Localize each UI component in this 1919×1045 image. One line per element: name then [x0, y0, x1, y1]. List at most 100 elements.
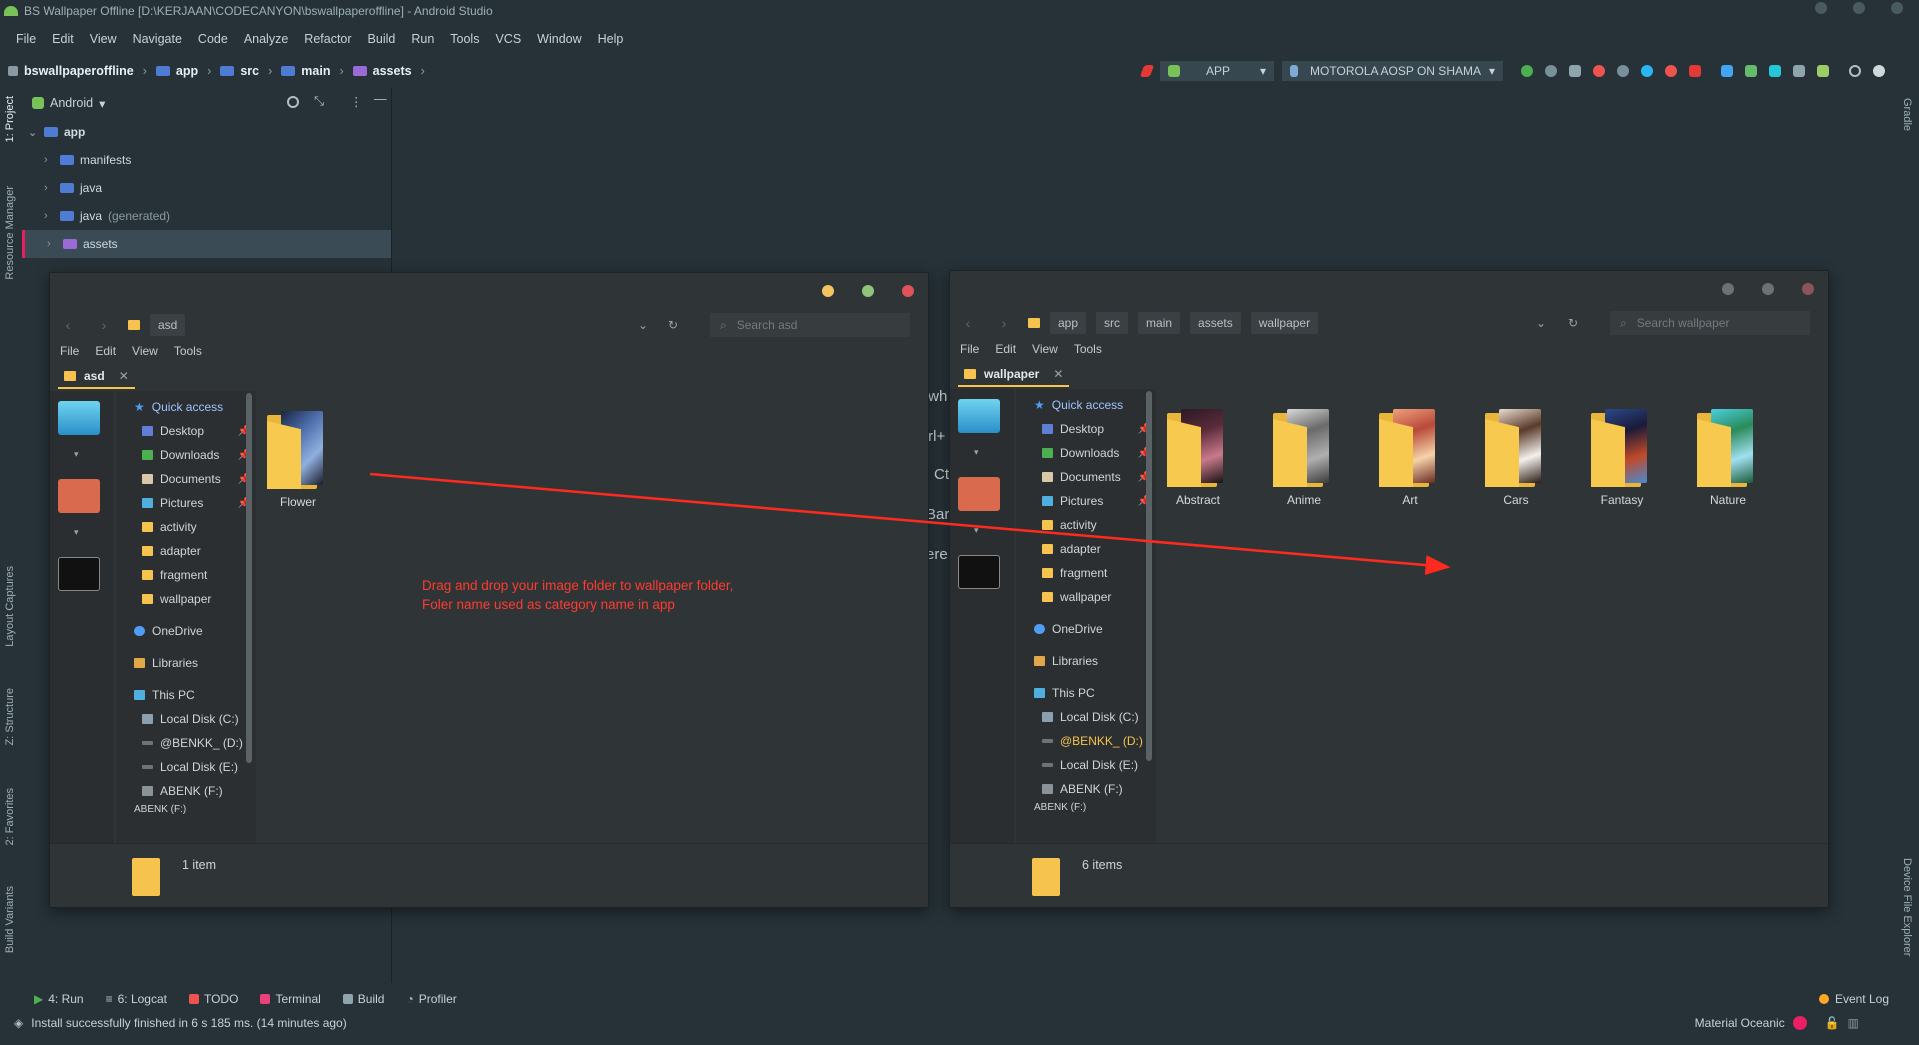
- run-list-icon[interactable]: [1569, 65, 1582, 77]
- menu-edit[interactable]: Edit: [995, 342, 1016, 356]
- breadcrumb-main[interactable]: main: [281, 64, 330, 78]
- tool-tab-logcat[interactable]: ≡ 6: Logcat: [106, 992, 167, 1006]
- tool-tab-build[interactable]: Build: [342, 992, 384, 1006]
- chevron-down-icon[interactable]: ⌄: [1536, 316, 1546, 330]
- nav-item-pictures[interactable]: Pictures 📌: [1016, 489, 1156, 513]
- menu-tools[interactable]: Tools: [442, 32, 487, 46]
- monitor-icon[interactable]: [958, 399, 1000, 433]
- nav-libraries[interactable]: Libraries: [116, 651, 256, 675]
- menu-view[interactable]: View: [132, 344, 158, 358]
- hammer-icon[interactable]: [1139, 65, 1155, 77]
- tree-item-java[interactable]: › java: [22, 174, 391, 202]
- folder-item-nature[interactable]: Nature: [1690, 409, 1766, 507]
- nav-item-activity[interactable]: activity: [116, 515, 256, 539]
- forward-icon[interactable]: ›: [86, 317, 122, 333]
- nav-drive-cutoff[interactable]: ABENK (F:): [116, 803, 256, 815]
- nav-item-wallpaper[interactable]: wallpaper: [1016, 585, 1156, 609]
- nav-item-fragment[interactable]: fragment: [1016, 561, 1156, 585]
- menu-vcs[interactable]: VCS: [487, 32, 529, 46]
- menu-edit[interactable]: Edit: [44, 32, 82, 46]
- nav-item-activity[interactable]: activity: [1016, 513, 1156, 537]
- user-icon[interactable]: [1873, 65, 1886, 77]
- back-icon[interactable]: ‹: [950, 315, 986, 331]
- close-tab-icon[interactable]: ✕: [1053, 367, 1063, 381]
- chevron-down-icon[interactable]: ▾: [974, 447, 979, 458]
- chevron-down-icon[interactable]: ▾: [74, 449, 79, 460]
- folder-item-cars[interactable]: Cars: [1478, 409, 1554, 507]
- debug-icon[interactable]: [1593, 65, 1606, 77]
- nav-drive-e[interactable]: Local Disk (E:): [116, 755, 256, 779]
- status-message[interactable]: Install successfully finished in 6 s 185…: [31, 1016, 346, 1030]
- grid-icon[interactable]: [1721, 65, 1734, 77]
- nav-item-documents[interactable]: Documents 📌: [1016, 465, 1156, 489]
- nav-onedrive[interactable]: OneDrive: [116, 619, 256, 643]
- explorer-tab-asd[interactable]: asd ✕: [58, 365, 135, 389]
- tree-item-app[interactable]: ⌄ app: [22, 118, 391, 146]
- chevron-down-icon[interactable]: ▾: [99, 96, 105, 111]
- close-button[interactable]: [1802, 283, 1814, 295]
- minimize-button[interactable]: [1722, 283, 1734, 295]
- nav-this-pc[interactable]: This PC: [116, 683, 256, 707]
- chevron-down-icon[interactable]: ⌄: [638, 318, 648, 332]
- close-button[interactable]: [902, 285, 914, 297]
- menu-edit[interactable]: Edit: [95, 344, 116, 358]
- menu-file[interactable]: File: [60, 344, 79, 358]
- folder-item-abstract[interactable]: Abstract: [1160, 409, 1236, 507]
- tree-item-assets[interactable]: › assets: [22, 230, 391, 258]
- tool-tab-device-file-explorer[interactable]: Device File Explorer: [1901, 858, 1913, 956]
- folder-item-flower[interactable]: Flower: [260, 411, 336, 509]
- folder-item-fantasy[interactable]: Fantasy: [1584, 409, 1660, 507]
- nav-drive-c[interactable]: Local Disk (C:): [116, 707, 256, 731]
- folder-item-art[interactable]: Art: [1372, 409, 1448, 507]
- menu-tools[interactable]: Tools: [1074, 342, 1102, 356]
- chevron-down-icon[interactable]: ▾: [74, 527, 79, 538]
- tool-tab-build-variants[interactable]: Build Variants: [4, 886, 16, 953]
- more-options-icon[interactable]: ⋮: [350, 94, 363, 109]
- event-log-button[interactable]: Event Log: [1818, 992, 1889, 1006]
- refresh-icon[interactable]: ↻: [668, 318, 678, 332]
- tool-tab-run[interactable]: ▶ 4: Run: [34, 992, 84, 1006]
- attach-debugger-icon[interactable]: [1665, 65, 1678, 77]
- apply-changes-icon[interactable]: [1545, 65, 1558, 77]
- nav-quick-access[interactable]: ★ Quick access: [116, 395, 256, 419]
- path-segment-main[interactable]: main: [1138, 312, 1181, 334]
- menu-tools[interactable]: Tools: [174, 344, 202, 358]
- run-config-select[interactable]: APP ▾: [1160, 61, 1275, 81]
- nav-drive-f[interactable]: ABENK (F:): [116, 779, 256, 803]
- breadcrumb-app[interactable]: app: [155, 64, 198, 78]
- tool-tab-favorites[interactable]: 2: Favorites: [4, 788, 16, 845]
- sdk-manager-icon[interactable]: [1769, 65, 1782, 77]
- forward-icon[interactable]: ›: [986, 315, 1022, 331]
- search-box[interactable]: ⌕ Search wallpaper: [1610, 311, 1810, 335]
- nav-item-pictures[interactable]: Pictures 📌: [116, 491, 256, 515]
- menu-file[interactable]: File: [8, 32, 44, 46]
- close-tab-icon[interactable]: ✕: [119, 369, 129, 383]
- tool-tab-project[interactable]: 1: Project: [4, 96, 16, 142]
- nav-drive-d[interactable]: @BENKK_ (D:): [1016, 729, 1156, 753]
- stop-icon[interactable]: [1689, 65, 1702, 77]
- nav-this-pc[interactable]: This PC: [1016, 681, 1156, 705]
- tool-tab-structure[interactable]: Z: Structure: [4, 688, 16, 745]
- nav-item-adapter[interactable]: adapter: [1016, 537, 1156, 561]
- nav-scrollbar[interactable]: [1146, 391, 1152, 761]
- search-box[interactable]: ⌕ Search asd: [710, 313, 910, 337]
- tools-icon[interactable]: [58, 479, 100, 513]
- menu-build[interactable]: Build: [360, 32, 404, 46]
- tree-item-java-generated[interactable]: › java (generated): [22, 202, 391, 230]
- menu-refactor[interactable]: Refactor: [296, 32, 359, 46]
- nav-libraries[interactable]: Libraries: [1016, 649, 1156, 673]
- nav-item-adapter[interactable]: adapter: [116, 539, 256, 563]
- maximize-button[interactable]: [1762, 283, 1774, 295]
- path-segment-wallpaper[interactable]: wallpaper: [1250, 312, 1319, 334]
- nav-item-desktop[interactable]: Desktop 📌: [1016, 417, 1156, 441]
- tool-tab-resource-manager[interactable]: Resource Manager: [4, 186, 16, 280]
- sync-gradle-icon[interactable]: [1817, 65, 1830, 77]
- tool-tab-profiler[interactable]: ◔ Profiler: [406, 992, 456, 1006]
- device-select[interactable]: MOTOROLA AOSP ON SHAMA ▾: [1282, 61, 1504, 81]
- menu-file[interactable]: File: [960, 342, 979, 356]
- lock-icon[interactable]: 🔓: [1825, 1016, 1840, 1030]
- breadcrumb-assets[interactable]: assets: [352, 64, 412, 78]
- hide-panel-icon[interactable]: —: [374, 92, 387, 106]
- rerun-icon[interactable]: [1521, 65, 1534, 77]
- nav-item-documents[interactable]: Documents 📌: [116, 467, 256, 491]
